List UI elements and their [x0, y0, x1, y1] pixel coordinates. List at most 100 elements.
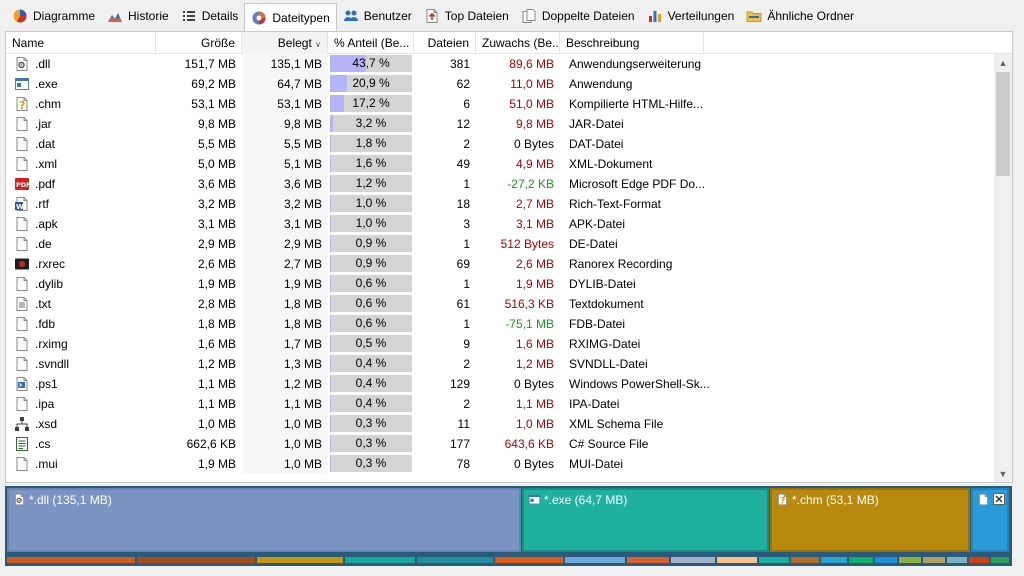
- cell-percent: 1,2 %: [328, 174, 414, 194]
- column-header-size[interactable]: Größe: [156, 32, 242, 54]
- tab-verteilungen[interactable]: Verteilungen: [641, 3, 741, 29]
- cell-files: 381: [449, 57, 470, 71]
- table-row[interactable]: .fdb 1,8 MB 1,8 MB 0,6 % 1 -75,1 MB FDB-Datei: [6, 314, 994, 334]
- table-row[interactable]: .dll 151,7 MB 135,1 MB 43,7 % 381 89,6 MB Anwe…: [6, 54, 994, 74]
- table-row[interactable]: .rximg 1,6 MB 1,7 MB 0,5 % 9 1,6 MB RXIMG-Date…: [6, 334, 994, 354]
- table-row[interactable]: .de 2,9 MB 2,9 MB 0,9 % 1 512 Bytes DE-Datei: [6, 234, 994, 254]
- close-icon[interactable]: [993, 493, 1005, 508]
- pdf-icon: PDF: [14, 176, 30, 192]
- cell-files: 9: [463, 337, 470, 351]
- file-icon: [14, 276, 30, 292]
- treemap-strip-block[interactable]: [671, 557, 715, 563]
- cell-growth: 1,1 MB: [515, 397, 554, 411]
- table-row[interactable]: .dat 5,5 MB 5,5 MB 1,8 % 2 0 Bytes DAT-Datei: [6, 134, 994, 154]
- cell-size: 1,9 MB: [197, 277, 236, 291]
- treemap-strip-block[interactable]: [627, 557, 669, 563]
- treemap-strip-block[interactable]: [991, 557, 1009, 563]
- treemap-strip-block[interactable]: [923, 557, 945, 563]
- table-row[interactable]: .jar 9,8 MB 9,8 MB 3,2 % 12 9,8 MB JAR-Datei: [6, 114, 994, 134]
- treemap-strip-block[interactable]: [759, 557, 789, 563]
- cell-description: APK-Datei: [569, 217, 626, 231]
- cell-files: 12: [456, 117, 470, 131]
- tab-diagramme[interactable]: Diagramme: [6, 3, 101, 29]
- vertical-scrollbar[interactable]: ▲ ▼: [994, 54, 1012, 482]
- cell-growth: 0 Bytes: [513, 377, 554, 391]
- treemap-strip-block[interactable]: [947, 557, 967, 563]
- cell-description: XML Schema File: [569, 417, 664, 431]
- cell-percent: 0,3 %: [328, 434, 414, 454]
- tab-benutzer[interactable]: Benutzer: [337, 3, 418, 29]
- dll-icon: [13, 493, 26, 509]
- treemap-strip-block[interactable]: [565, 557, 625, 563]
- treemap-strip-block[interactable]: [791, 557, 819, 563]
- scroll-down-icon[interactable]: ▼: [994, 465, 1012, 482]
- treemap-block[interactable]: ? *.chm (53,1 MB): [770, 488, 970, 552]
- file-extension: .apk: [35, 217, 58, 231]
- table-row[interactable]: .txt 2,8 MB 1,8 MB 0,6 % 61 516,3 KB Textdokum…: [6, 294, 994, 314]
- column-header-pct[interactable]: % Anteil (Be...: [328, 32, 414, 54]
- table-row[interactable]: .dylib 1,9 MB 1,9 MB 0,6 % 1 1,9 MB DYLIB-Date…: [6, 274, 994, 294]
- treemap-block[interactable]: *.dll (135,1 MB): [7, 488, 521, 552]
- table-row[interactable]: .ps1 1,1 MB 1,2 MB 0,4 % 129 0 Bytes Windows P…: [6, 374, 994, 394]
- cell-name: .txt: [6, 294, 156, 314]
- tab-top-dateien[interactable]: Top Dateien: [418, 3, 515, 29]
- column-header-used[interactable]: Belegt ∨: [242, 32, 328, 54]
- treemap-block[interactable]: *.exe (64,7 MB): [522, 488, 769, 552]
- scroll-thumb[interactable]: [996, 72, 1010, 176]
- table-row[interactable]: .rxrec 2,6 MB 2,7 MB 0,9 % 69 2,6 MB Ranorex R…: [6, 254, 994, 274]
- cell-description: Microsoft Edge PDF Do...: [569, 177, 706, 191]
- scroll-up-icon[interactable]: ▲: [994, 54, 1012, 71]
- treemap-strip-block[interactable]: [875, 557, 897, 563]
- cell-name: .dylib: [6, 274, 156, 294]
- mountain-chart-icon: [107, 8, 123, 24]
- table-row[interactable]: .exe 69,2 MB 64,7 MB 20,9 % 62 11,0 MB Anwendu…: [6, 74, 994, 94]
- table-row[interactable]: .apk 3,1 MB 3,1 MB 1,0 % 3 3,1 MB APK-Datei: [6, 214, 994, 234]
- table-row[interactable]: ? .chm 53,1 MB 53,1 MB 17,2 % 6 51,0 MB Kompili…: [6, 94, 994, 114]
- column-header-name[interactable]: Name: [6, 32, 156, 54]
- table-row[interactable]: .svndll 1,2 MB 1,3 MB 0,4 % 2 1,2 MB SVNDLL-Da…: [6, 354, 994, 374]
- table-row[interactable]: .xml 5,0 MB 5,1 MB 1,6 % 49 4,9 MB XML-Dokumen…: [6, 154, 994, 174]
- table-row[interactable]: .ipa 1,1 MB 1,1 MB 0,4 % 2 1,1 MB IPA-Datei: [6, 394, 994, 414]
- table-row[interactable]: .mui 1,9 MB 1,0 MB 0,3 % 78 0 Bytes MUI-Datei: [6, 454, 994, 474]
- column-header-desc[interactable]: Beschreibung: [560, 32, 704, 54]
- treemap-strip-block[interactable]: [849, 557, 873, 563]
- cell-files: 2: [463, 397, 470, 411]
- file-types-rows: .dll 151,7 MB 135,1 MB 43,7 % 381 89,6 MB Anwe…: [6, 54, 994, 482]
- tab-dateitypen[interactable]: Dateitypen: [244, 3, 337, 31]
- table-row[interactable]: .xsd 1,0 MB 1,0 MB 0,3 % 11 1,0 MB XML Schema …: [6, 414, 994, 434]
- treemap-strip-block[interactable]: [7, 557, 135, 563]
- cell-name: ? .chm: [6, 94, 156, 114]
- cell-description: DE-Datei: [569, 237, 618, 251]
- percent-bar: 0,4 %: [330, 375, 412, 392]
- exe-icon: [14, 76, 30, 92]
- table-row[interactable]: PDF .pdf 3,6 MB 3,6 MB 1,2 % 1 -27,2 KB Microso…: [6, 174, 994, 194]
- treemap-strip-block[interactable]: [137, 557, 255, 563]
- treemap-strip-block[interactable]: [717, 557, 757, 563]
- tab-doppelte-dateien[interactable]: Doppelte Dateien: [515, 3, 641, 29]
- treemap-strip-block[interactable]: [969, 557, 989, 563]
- cell-used: 3,2 MB: [242, 194, 328, 214]
- tab-historie[interactable]: Historie: [101, 3, 175, 29]
- cell-percent: 20,9 %: [328, 74, 414, 94]
- tab-label: Details: [201, 8, 239, 23]
- table-row[interactable]: .cs 662,6 KB 1,0 MB 0,3 % 177 643,6 KB C# Sour…: [6, 434, 994, 454]
- treemap-strip-block[interactable]: [821, 557, 847, 563]
- column-header-growth[interactable]: Zuwachs (Be...: [476, 32, 560, 54]
- cell-size: 3,6 MB: [197, 177, 236, 191]
- treemap-strip-block[interactable]: [345, 557, 415, 563]
- tab-ähnliche-ordner[interactable]: Ähnliche Ordner: [740, 3, 860, 29]
- cell-used: 1,3 MB: [242, 354, 328, 374]
- column-header-files[interactable]: Dateien: [414, 32, 476, 54]
- treemap-strip-block[interactable]: [257, 557, 343, 563]
- cell-name: .svndll: [6, 354, 156, 374]
- tab-details[interactable]: Details: [175, 3, 245, 29]
- file-extension: .rxrec: [35, 257, 65, 271]
- treemap-block[interactable]: [971, 488, 1009, 552]
- table-row[interactable]: W .rtf 3,2 MB 3,2 MB 1,0 % 18 2,7 MB Rich-Text-…: [6, 194, 994, 214]
- cell-size: 662,6 KB: [186, 437, 236, 451]
- treemap-strip-block[interactable]: [417, 557, 493, 563]
- treemap-strip-block[interactable]: [495, 557, 563, 563]
- percent-bar: 0,9 %: [330, 235, 412, 252]
- treemap-block-label: *.dll (135,1 MB): [29, 493, 112, 507]
- treemap-strip-block[interactable]: [899, 557, 921, 563]
